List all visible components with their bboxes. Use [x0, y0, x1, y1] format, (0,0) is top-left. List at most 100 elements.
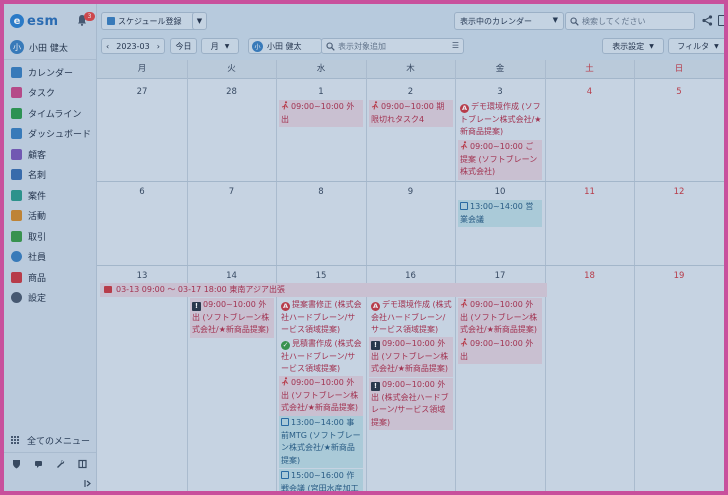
view-select[interactable]: 月 ▼ [201, 38, 239, 54]
calendar-event[interactable]: ! 09:00~10:00 外出 (ソフトブレーン株式会社/★新商品提案) [369, 337, 453, 377]
filter-button[interactable]: フィルタ ▼ [668, 38, 724, 54]
runner-icon [281, 101, 289, 110]
sidebar-item-label: 活動 [28, 212, 47, 223]
user-profile[interactable]: 小 小田 健太 [10, 40, 68, 54]
day-number[interactable]: 28 [187, 87, 276, 97]
sidebar-item-label: 社員 [28, 253, 47, 264]
calendar-event[interactable]: 09:00~10:00 期限切れタスク4 [369, 100, 453, 127]
user-chip[interactable]: 小 小田 健太 [248, 38, 322, 54]
sidebar-item-task[interactable]: タスク [4, 83, 96, 104]
sidebar-item-employee[interactable]: 社員 [4, 247, 96, 268]
event-text: 09:00~10:00 外出 (ソフトブレーン株式会社/★新商品提案) [192, 300, 270, 334]
next-month-icon[interactable]: › [157, 42, 160, 51]
calendar-event[interactable]: A デモ環境作成 (ソフトブレーン株式会社/★新商品提案) [458, 100, 544, 140]
calendar-icon [11, 66, 22, 78]
event-text: 09:00~10:00 ご提案 (ソフトブレーン株式会社) [460, 142, 538, 176]
product-icon [11, 271, 22, 283]
calendar-event[interactable]: ! 09:00~10:00 外出 (ソフトブレーン株式会社/★新商品提案) [190, 298, 274, 338]
calendar-select[interactable]: 表示中のカレンダー ▼ [454, 12, 564, 30]
current-month: 2023-03 [116, 41, 150, 51]
day-number[interactable]: 19 [634, 271, 724, 281]
sidebar-item-label: 取引 [28, 232, 47, 243]
all-menu-button[interactable]: 全てのメニュー [11, 434, 90, 447]
calendar-icon [460, 202, 468, 210]
day-number[interactable]: 5 [634, 87, 724, 97]
calendar-event[interactable]: 09:00~10:00 外出 [279, 100, 363, 127]
calendar-event[interactable]: ! 09:00~10:00 外出 (株式会社ハードブレーン/サービス領域提案) [369, 378, 453, 430]
gear-icon [11, 292, 22, 304]
day-number[interactable]: 15 [276, 271, 366, 281]
day-number[interactable]: 18 [545, 271, 634, 281]
day-number[interactable]: 27 [97, 87, 187, 97]
sidebar-item-activity[interactable]: 活動 [4, 206, 96, 227]
event-text: デモ環境作成 (ソフトブレーン株式会社/★新商品提案) [460, 102, 542, 136]
event-text: 09:00~10:00 外出 (株式会社ハードブレーン/サービス領域提案) [371, 380, 449, 427]
sidebar-item-business-card[interactable]: 名刺 [4, 165, 96, 186]
calendar-event[interactable]: 09:00~10:00 ご提案 (ソフトブレーン株式会社) [458, 140, 542, 180]
calendar-event[interactable]: 13:00~14:00 事前MTG (ソフトブレーン株式会社/★新商品提案) [279, 416, 363, 468]
schedule-register-dropdown[interactable]: ▼ [192, 12, 207, 30]
day-number[interactable]: 16 [366, 271, 455, 281]
sliders-icon[interactable]: ☰ [452, 41, 459, 50]
sidebar-item-label: 名刺 [28, 171, 47, 182]
weekday-header: 月 火 水 木 金 土 日 [97, 60, 724, 79]
weekday-thu: 木 [406, 64, 415, 74]
schedule-register-button[interactable]: スケジュール登録 [101, 12, 197, 30]
esm-logo[interactable]: e esm [10, 12, 59, 30]
day-number[interactable]: 10 [455, 187, 545, 197]
side-panel-icon[interactable] [718, 15, 724, 26]
expand-sidebar-icon[interactable] [84, 479, 93, 488]
share-icon[interactable] [702, 15, 713, 26]
sidebar-item-product[interactable]: 商品 [4, 267, 96, 288]
multi-day-event[interactable]: 03-13 09:00 〜 03-17 18:00 東南アジア出張 [100, 283, 547, 297]
day-number[interactable]: 4 [545, 87, 634, 97]
day-number[interactable]: 9 [366, 187, 455, 197]
calendar-event[interactable]: 13:00~14:00 営業会議 [458, 200, 542, 227]
day-number[interactable]: 13 [97, 271, 187, 281]
calendar-event[interactable]: 15:00~16:00 作戦会議 (宮田水産加工株 [279, 469, 363, 491]
book-icon[interactable] [78, 459, 87, 469]
chat-icon[interactable] [34, 459, 43, 469]
app-window: e esm 3 小 小田 健太 カレンダー タスク タイムライン ダッシュボード… [4, 4, 724, 491]
month-navigator: ‹ 2023-03 › [101, 38, 165, 54]
sidebar: e esm 3 小 小田 健太 カレンダー タスク タイムライン ダッシュボード… [4, 4, 97, 491]
sidebar-item-trade[interactable]: 取引 [4, 226, 96, 247]
calendar-event[interactable]: ✓ 見積書作成 (株式会社ハードブレーン/サービス領域提案) [279, 337, 365, 377]
runner-icon [371, 101, 379, 110]
calendar-event[interactable]: 09:00~10:00 外出 [458, 337, 542, 364]
day-number[interactable]: 3 [455, 87, 545, 97]
add-target-input[interactable]: 表示対象追加 ☰ [321, 38, 464, 54]
wrench-icon[interactable] [56, 459, 65, 469]
prev-month-icon[interactable]: ‹ [106, 42, 109, 51]
sidebar-item-deal[interactable]: 案件 [4, 185, 96, 206]
weekday-tue: 火 [227, 64, 236, 74]
sidebar-item-label: 設定 [28, 294, 47, 305]
shield-icon[interactable] [12, 459, 21, 469]
calendar-event[interactable]: 09:00~10:00 外出 (ソフトブレーン株式会社/★新商品提案) [458, 298, 542, 338]
day-number[interactable]: 17 [455, 271, 545, 281]
sidebar-item-calendar[interactable]: カレンダー [4, 62, 96, 83]
search-input[interactable]: 検索してください [565, 12, 695, 30]
day-number[interactable]: 7 [187, 187, 276, 197]
day-number[interactable]: 12 [634, 187, 724, 197]
sidebar-item-dashboard[interactable]: ダッシュボード [4, 124, 96, 145]
day-number[interactable]: 8 [276, 187, 366, 197]
day-number[interactable]: 1 [276, 87, 366, 97]
calendar-event[interactable]: 09:00~10:00 外出 (ソフトブレーン株式会社/★新商品提案) [279, 376, 363, 416]
calendar-event[interactable]: A 提案書修正 (株式会社ハードブレーン/サービス領域提案) [279, 298, 365, 338]
sidebar-item-timeline[interactable]: タイムライン [4, 103, 96, 124]
today-button[interactable]: 今日 [170, 38, 197, 54]
sidebar-item-settings[interactable]: 設定 [4, 288, 96, 309]
calendar-event[interactable]: A デモ環境作成 (株式会社ハードブレーン/サービス領域提案) [369, 298, 455, 338]
sidebar-item-customer[interactable]: 顧客 [4, 144, 96, 165]
avatar: 小 [10, 40, 24, 54]
check-icon: ✓ [281, 341, 290, 350]
chevron-down-icon: ▼ [196, 17, 203, 25]
filter-label: フィルタ [677, 41, 710, 51]
day-number[interactable]: 2 [366, 87, 455, 97]
day-number[interactable]: 6 [97, 187, 187, 197]
day-number[interactable]: 11 [545, 187, 634, 197]
sidebar-divider [4, 59, 96, 60]
day-number[interactable]: 14 [187, 271, 276, 281]
display-settings-button[interactable]: 表示設定 ▼ [602, 38, 664, 54]
